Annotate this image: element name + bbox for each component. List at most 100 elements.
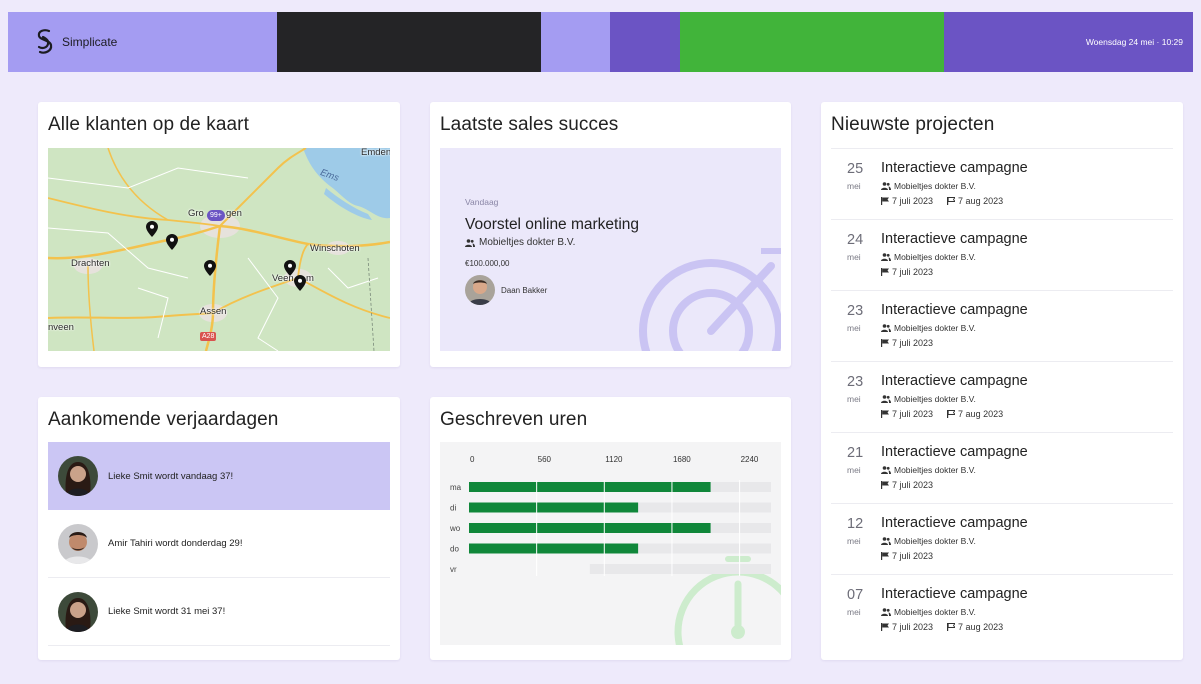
customer-map[interactable]: Emden Ems Gro 99+ gen Winschoten Drachte…	[48, 148, 390, 351]
project-day: 12	[847, 516, 864, 532]
project-day: 23	[847, 374, 864, 390]
flag-outline-icon	[947, 197, 956, 205]
project-start-date: 7 juli 2023	[892, 267, 934, 277]
map-pin-icon[interactable]	[166, 234, 178, 250]
project-title: Interactieve campagne	[881, 515, 1028, 531]
header-segment-purple	[610, 12, 680, 72]
project-start-date: 7 juli 2023	[892, 551, 934, 561]
list-item[interactable]: 24 mei Interactieve campagne Mobieltjes dok…	[831, 219, 1173, 290]
bar-track	[589, 564, 771, 574]
logo-text: Simplicate	[62, 35, 118, 49]
project-end-date: 7 aug 2023	[958, 196, 1004, 206]
bar-do[interactable]	[469, 543, 639, 554]
sales-success-panel: Vandaag Voorstel online marketing Mobiel…	[440, 148, 781, 351]
project-client: Mobieltjes dokter B.V.	[881, 394, 976, 404]
bar-wo[interactable]	[469, 523, 711, 533]
project-client: Mobieltjes dokter B.V.	[881, 323, 976, 333]
list-item[interactable]: 21 mei Interactieve campagne Mobieltjes dok…	[831, 432, 1173, 503]
map-pin-icon[interactable]	[284, 260, 296, 276]
map-cluster-badge[interactable]: 99+	[207, 210, 225, 221]
avatar	[58, 523, 98, 564]
map-label-heerenveen: nveen	[48, 322, 74, 333]
map-pin-icon[interactable]	[294, 275, 306, 291]
bar-ma[interactable]	[469, 482, 711, 492]
users-icon	[881, 537, 891, 545]
sales-date: Vandaag	[465, 197, 499, 207]
map-label-winschoten: Winschoten	[310, 243, 360, 254]
users-icon	[881, 182, 891, 190]
project-client-name: Mobieltjes dokter B.V.	[894, 536, 976, 546]
flag-icon	[881, 481, 889, 489]
list-item[interactable]: 23 mei Interactieve campagne Mobieltjes dok…	[831, 290, 1173, 361]
avatar	[58, 591, 98, 632]
users-icon	[881, 466, 891, 474]
flag-icon	[881, 339, 889, 347]
avatar	[465, 275, 495, 305]
project-end-date: 7 aug 2023	[958, 622, 1004, 632]
map-pin-icon[interactable]	[146, 221, 158, 237]
list-item[interactable]: Lieke Smit wordt vandaag 37!	[48, 442, 390, 510]
project-month: mei	[847, 252, 861, 262]
header-segment-datetime: Woensdag 24 mei · 10:29	[944, 12, 1193, 72]
category-label: do	[450, 545, 459, 554]
project-client: Mobieltjes dokter B.V.	[881, 181, 976, 191]
sales-person: Daan Bakker	[465, 275, 547, 305]
map-label-groningen: Gro	[188, 208, 204, 219]
project-client-name: Mobieltjes dokter B.V.	[894, 181, 976, 191]
flag-icon	[881, 623, 889, 631]
project-dates: 7 juli 2023	[881, 480, 933, 490]
project-client: Mobieltjes dokter B.V.	[881, 536, 976, 546]
sales-client: Mobieltjes dokter B.V.	[465, 237, 575, 248]
sales-person-name: Daan Bakker	[501, 285, 548, 295]
flag-outline-icon	[947, 623, 956, 631]
category-label: vr	[450, 565, 457, 574]
simplicate-logo-icon	[37, 29, 53, 54]
sales-amount: €100.000,00	[465, 259, 510, 268]
list-item[interactable]: 23 mei Interactieve campagne Mobieltjes dok…	[831, 361, 1173, 432]
list-item[interactable]: 07 mei Interactieve campagne Mobieltjes dok…	[831, 574, 1173, 645]
flag-icon	[881, 197, 889, 205]
project-client-name: Mobieltjes dokter B.V.	[894, 323, 976, 333]
sales-card: Laatste sales succes Vandaag Voorstel on…	[430, 102, 791, 367]
header-segment-dark	[277, 12, 541, 72]
birthday-text: Lieke Smit wordt vandaag 37!	[108, 470, 234, 482]
project-client-name: Mobieltjes dokter B.V.	[894, 394, 976, 404]
project-client: Mobieltjes dokter B.V.	[881, 465, 976, 475]
sales-deal-title[interactable]: Voorstel online marketing	[465, 216, 639, 234]
x-tick-label: 0	[470, 455, 475, 464]
project-day: 21	[847, 445, 864, 461]
map-pin-icon[interactable]	[204, 260, 216, 276]
birthday-text: Lieke Smit wordt 31 mei 37!	[108, 606, 226, 617]
list-item[interactable]: Amir Tahiri wordt donderdag 29!	[48, 510, 390, 578]
users-icon	[881, 608, 891, 616]
project-title: Interactieve campagne	[881, 586, 1028, 602]
hours-card-title: Geschreven uren	[440, 409, 588, 430]
category-label: di	[450, 504, 456, 513]
users-icon	[881, 395, 891, 403]
list-item[interactable]: 25 mei Interactieve campagne Mobieltjes dok…	[831, 148, 1173, 219]
hours-chart-svg: 0 560 1120 1680 2240 ma di wo do vr	[449, 455, 781, 645]
list-item[interactable]: 12 mei Interactieve campagne Mobieltjes dok…	[831, 503, 1173, 574]
map-card: Alle klanten op de kaart Emden Ems Gro 9…	[38, 102, 400, 367]
project-month: mei	[847, 181, 861, 191]
logo-area: Simplicate	[8, 12, 277, 72]
project-month: mei	[847, 394, 861, 404]
bar-di[interactable]	[469, 502, 639, 513]
project-month: mei	[847, 465, 861, 475]
project-dates: 7 juli 2023 7 aug 2023	[881, 622, 1003, 632]
current-datetime: Woensdag 24 mei · 10:29	[1085, 37, 1183, 47]
top-bar: Simplicate Woensdag 24 mei · 10:29	[8, 12, 1193, 72]
project-start-date: 7 juli 2023	[892, 338, 934, 348]
project-start-date: 7 juli 2023	[892, 409, 934, 419]
birthdays-list: Lieke Smit wordt vandaag 37! Amir Tahiri…	[48, 442, 390, 646]
project-client: Mobieltjes dokter B.V.	[881, 252, 976, 262]
project-title: Interactieve campagne	[881, 373, 1028, 389]
list-item[interactable]: Lieke Smit wordt 31 mei 37!	[48, 578, 390, 646]
header-segment-lavender	[541, 12, 610, 72]
project-end-date: 7 aug 2023	[958, 409, 1004, 419]
project-dates: 7 juli 2023	[881, 551, 933, 561]
project-day: 07	[847, 587, 864, 603]
project-title: Interactieve campagne	[881, 302, 1028, 318]
project-title: Interactieve campagne	[881, 231, 1028, 247]
target-decoration-icon	[639, 248, 781, 351]
